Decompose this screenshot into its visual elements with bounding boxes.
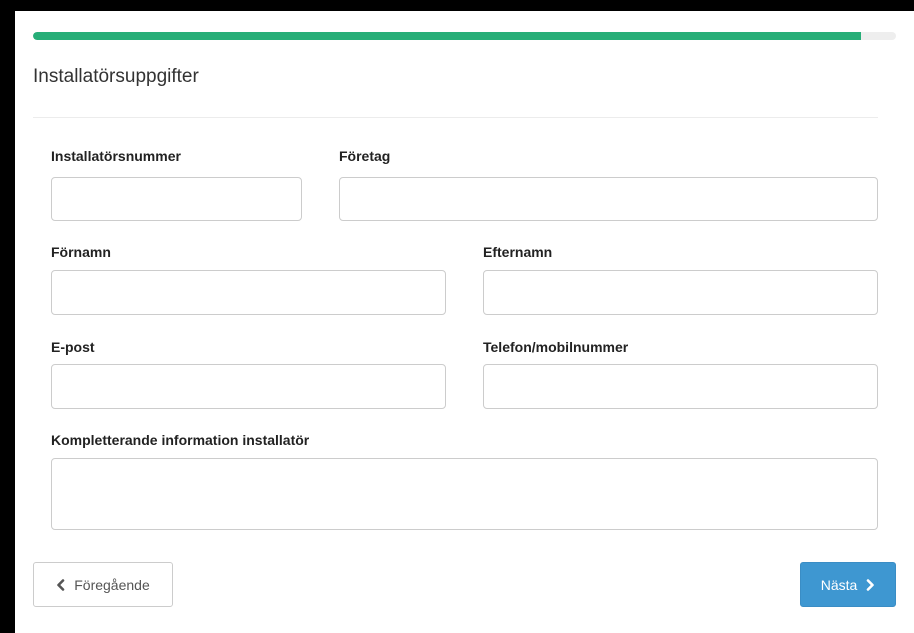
phone-input[interactable] <box>483 364 878 409</box>
progress-bar-fill <box>33 32 862 40</box>
form-title: Installatörsuppgifter <box>33 66 199 87</box>
chevron-right-icon <box>866 578 875 591</box>
chevron-left-icon <box>56 578 65 591</box>
last-name-input[interactable] <box>483 270 878 315</box>
phone-label: Telefon/mobilnummer <box>483 339 629 355</box>
previous-button[interactable]: Föregående <box>33 562 173 607</box>
form-panel: Installatörsuppgifter Installatörsnummer… <box>15 11 914 633</box>
email-input[interactable] <box>51 364 446 409</box>
first-name-input[interactable] <box>51 270 446 315</box>
additional-info-label: Kompletterande information installatör <box>51 432 310 448</box>
first-name-label: Förnamn <box>51 244 111 260</box>
company-input[interactable] <box>339 177 878 221</box>
installer-number-label: Installatörsnummer <box>51 148 181 164</box>
next-button-label: Nästa <box>820 576 858 593</box>
installer-number-input[interactable] <box>51 177 302 221</box>
company-label: Företag <box>339 148 391 164</box>
last-name-label: Efternamn <box>483 244 553 260</box>
divider <box>33 117 878 118</box>
progress-bar <box>33 32 896 40</box>
next-button[interactable]: Nästa <box>800 562 896 607</box>
email-label: E-post <box>51 339 95 355</box>
additional-info-textarea[interactable] <box>51 458 878 530</box>
previous-button-label: Föregående <box>74 576 150 593</box>
